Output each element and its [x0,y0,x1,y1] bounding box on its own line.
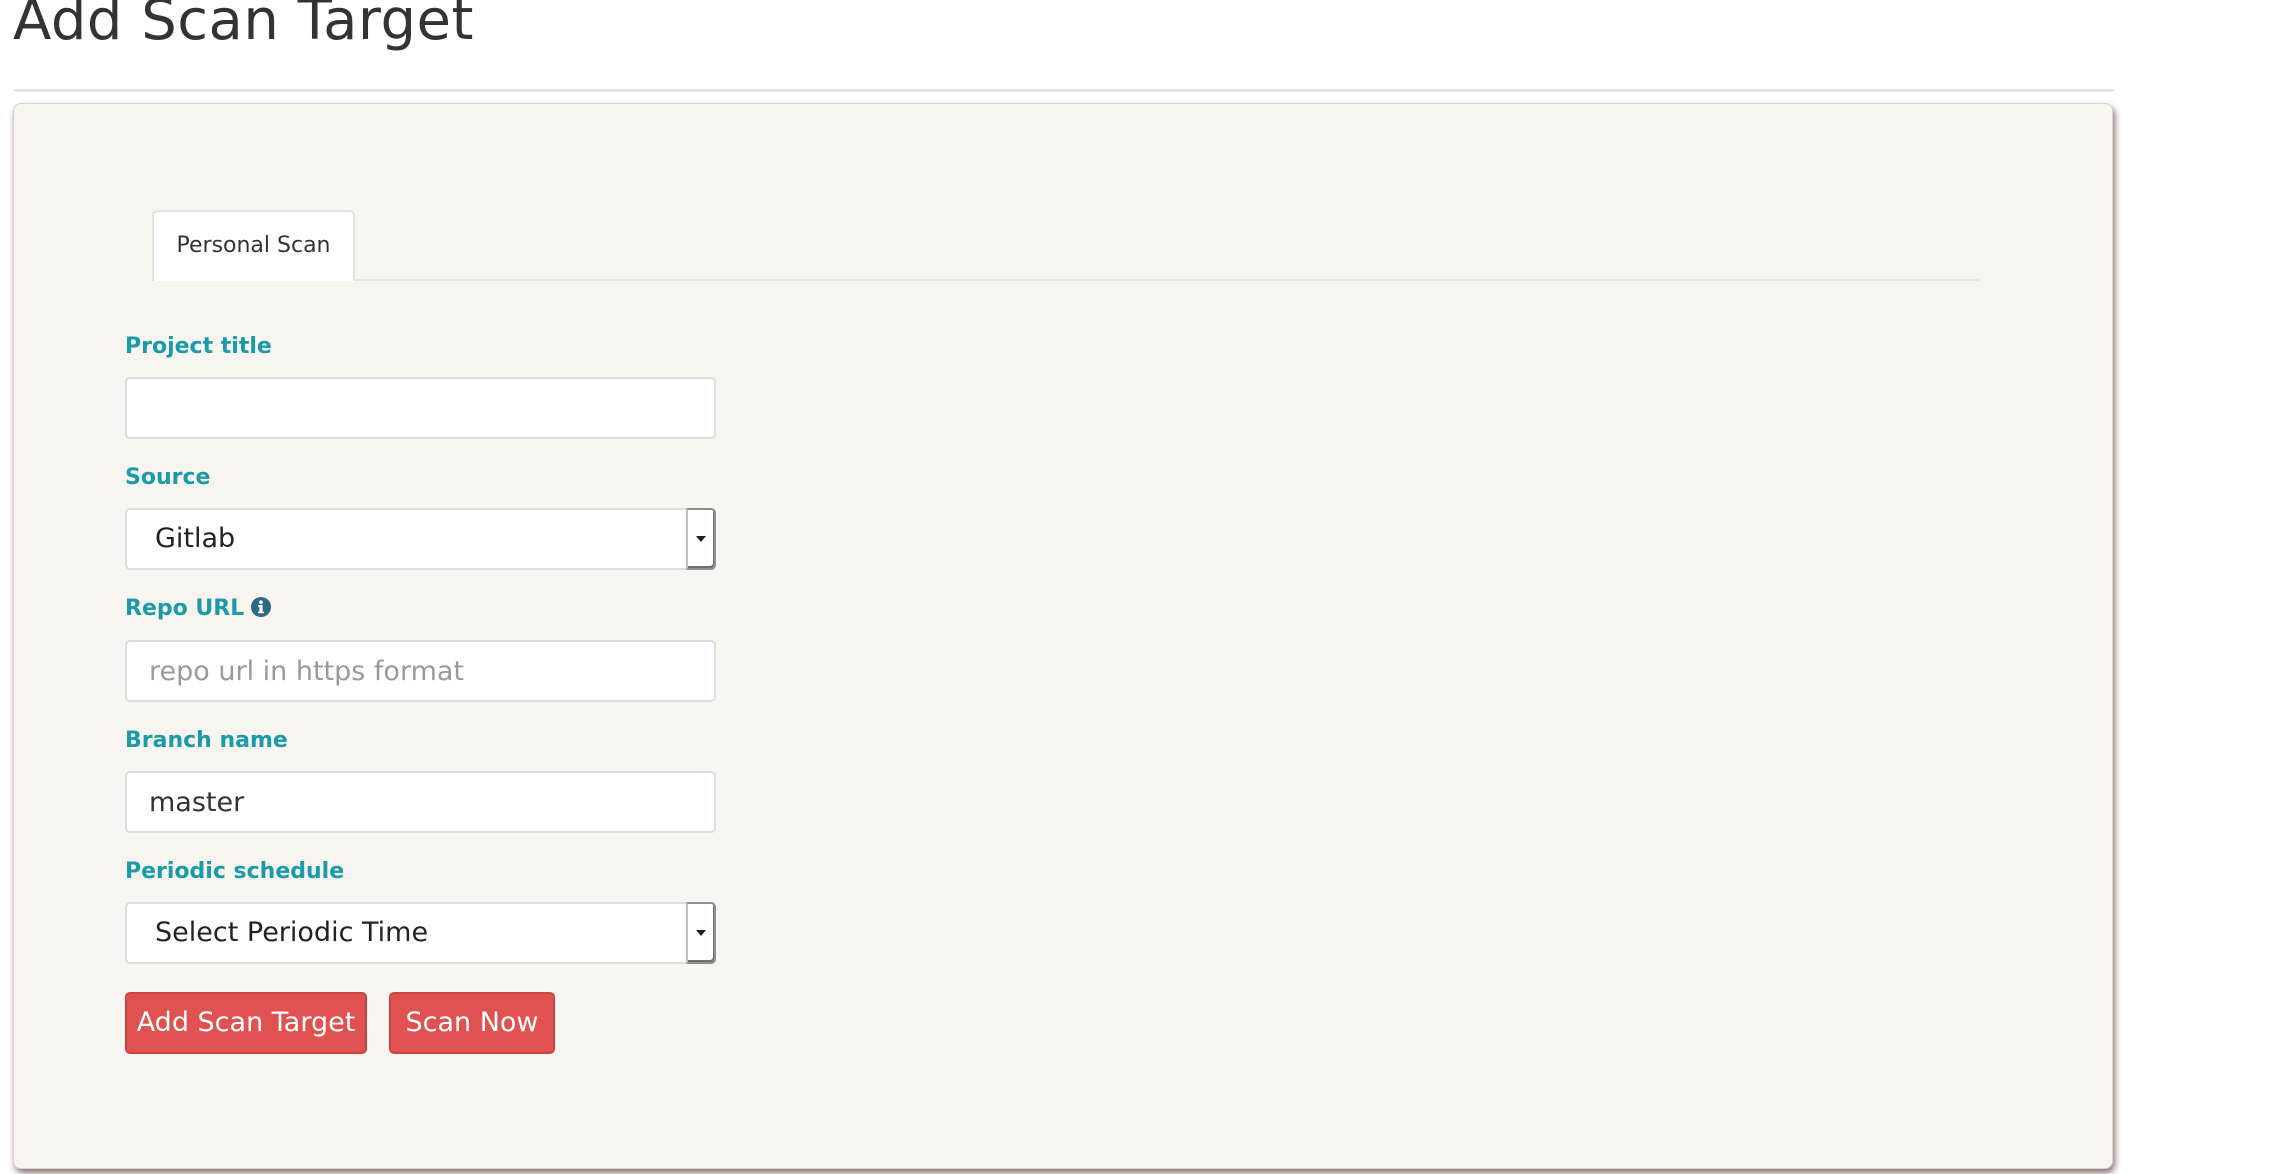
tabs-baseline [152,279,1979,281]
source-dropdown-button[interactable] [686,508,716,570]
chevron-down-icon [696,536,706,542]
repo-url-label-text: Repo URL [125,596,245,621]
info-circle-icon[interactable] [250,596,272,624]
source-label: Source [125,465,211,490]
source-select[interactable]: Gitlab [125,508,716,570]
project-title-label: Project title [125,334,272,359]
tab-personal-scan[interactable]: Personal Scan [152,210,355,281]
project-title-input[interactable] [125,377,716,439]
periodic-schedule-selected-value: Select Periodic Time [155,917,429,948]
title-divider [13,89,2115,92]
scan-target-card: Personal Scan Project title Source Gitla… [13,103,2113,1169]
chevron-down-icon [696,930,706,936]
add-scan-target-button[interactable]: Add Scan Target [125,992,367,1054]
page-title: Add Scan Target [13,0,474,53]
periodic-schedule-select[interactable]: Select Periodic Time [125,902,716,964]
scan-now-button[interactable]: Scan Now [389,992,555,1054]
branch-name-label: Branch name [125,728,288,753]
repo-url-input[interactable] [125,640,716,702]
periodic-schedule-dropdown-button[interactable] [686,902,716,964]
source-selected-value: Gitlab [155,523,236,554]
repo-url-label: Repo URL [125,596,272,624]
branch-name-input[interactable] [125,771,716,833]
periodic-schedule-label: Periodic schedule [125,859,345,884]
